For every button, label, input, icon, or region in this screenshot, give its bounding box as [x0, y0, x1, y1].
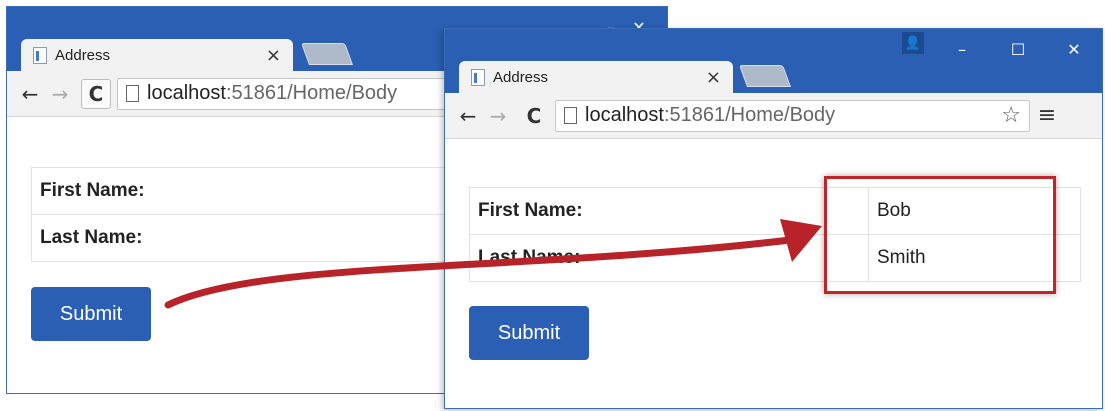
new-tab-button[interactable]	[300, 43, 354, 65]
page-icon	[471, 68, 485, 86]
highlight-box	[824, 176, 1056, 294]
field-label: First Name:	[469, 187, 869, 235]
forward-arrow-icon[interactable]: →	[483, 104, 513, 128]
tab-title: Address	[493, 68, 549, 86]
menu-icon[interactable]: ≡	[1030, 103, 1064, 128]
url-host: localhost	[585, 104, 664, 126]
tab-address[interactable]: Address ×	[21, 39, 293, 71]
field-label: Last Name:	[469, 234, 869, 282]
submit-button[interactable]: Submit	[31, 287, 151, 341]
tab-close-icon[interactable]: ×	[706, 67, 721, 88]
page-info-icon[interactable]	[564, 107, 577, 124]
window-controls: 👤 – ☐ ✕	[902, 29, 1102, 69]
new-tab-button[interactable]	[738, 65, 792, 87]
back-arrow-icon[interactable]: ←	[15, 82, 45, 106]
reload-icon[interactable]: C	[81, 78, 111, 109]
minimize-button[interactable]: –	[934, 29, 990, 69]
close-button[interactable]: ✕	[1046, 29, 1102, 69]
page-info-icon[interactable]	[126, 85, 139, 102]
page-icon	[33, 46, 47, 64]
address-bar[interactable]: localhost:51861/Home/Body ☆	[555, 99, 1030, 132]
user-icon[interactable]: 👤	[902, 32, 924, 54]
url-host: localhost	[147, 82, 226, 104]
tab-address[interactable]: Address ×	[459, 61, 733, 93]
title-bar: 👤 – ☐ ✕ Address ×	[445, 29, 1102, 93]
reload-icon[interactable]: C	[519, 101, 549, 131]
bookmark-star-icon[interactable]: ☆	[1001, 103, 1021, 128]
address-bar[interactable]: localhost:51861/Home/Body	[117, 77, 447, 110]
maximize-button[interactable]: ☐	[990, 29, 1046, 69]
url-path: :51861/Home/Body	[225, 82, 398, 104]
forward-arrow-icon[interactable]: →	[45, 82, 75, 106]
back-arrow-icon[interactable]: ←	[453, 104, 483, 128]
submit-button[interactable]: Submit	[469, 306, 589, 360]
tab-close-icon[interactable]: ×	[266, 45, 281, 66]
url-path: :51861/Home/Body	[663, 104, 836, 126]
browser-toolbar: ← → C localhost:51861/Home/Body ☆ ≡	[445, 93, 1102, 139]
tab-title: Address	[55, 46, 111, 64]
